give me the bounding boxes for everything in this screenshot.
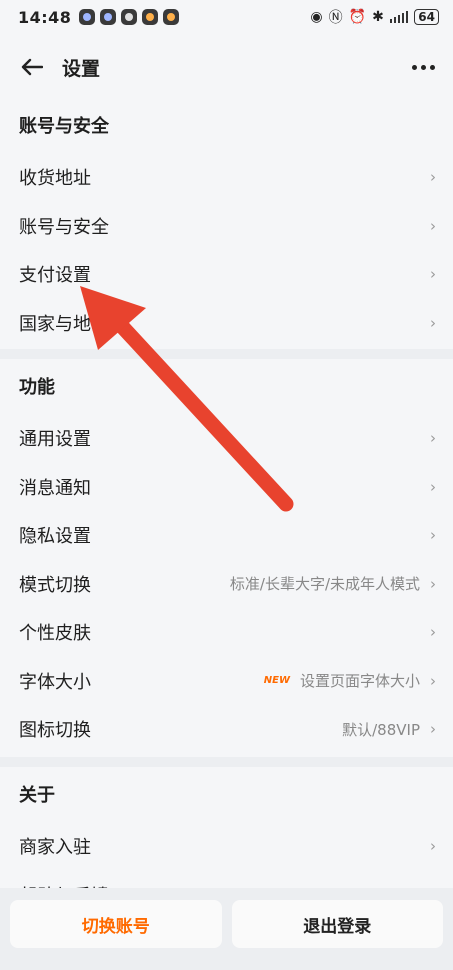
- settings-row-country-region[interactable]: 国家与地区 ›: [0, 299, 453, 348]
- back-arrow-icon[interactable]: [18, 53, 46, 81]
- chevron-right-icon: ›: [430, 671, 436, 690]
- settings-row-account-security[interactable]: 账号与安全 ›: [0, 202, 453, 251]
- row-label: 图标切换: [19, 720, 91, 742]
- settings-row-mode-switch[interactable]: 模式切换 标准/长辈大字/未成年人模式 ›: [0, 560, 453, 609]
- status-bar: 14:48 ◉ Ⓝ ⏰ ✱ 64: [0, 0, 453, 34]
- nfc-icon: Ⓝ: [328, 10, 343, 26]
- notification-app-icon: [142, 9, 159, 25]
- row-label: 个性皮肤: [19, 623, 91, 645]
- chevron-right-icon: ›: [430, 265, 436, 284]
- bottom-action-bar: 切换账号 退出登录: [0, 888, 453, 970]
- chevron-right-icon: ›: [430, 837, 436, 856]
- row-value: 设置页面字体大小: [299, 672, 420, 691]
- status-time: 14:48: [18, 7, 72, 27]
- bluetooth-icon: ✱: [372, 9, 384, 25]
- alarm-icon: ⏰: [348, 9, 367, 25]
- chevron-right-icon: ›: [430, 574, 436, 593]
- battery-indicator: 64: [414, 9, 439, 25]
- row-value: 默认/88VIP: [342, 720, 420, 739]
- row-label: 商家入驻: [19, 837, 91, 859]
- signal-icon: [389, 11, 409, 23]
- chevron-right-icon: ›: [430, 216, 436, 235]
- chevron-right-icon: ›: [430, 168, 436, 187]
- row-label: 国家与地区: [19, 313, 109, 335]
- section-title: 关于: [19, 785, 55, 806]
- notification-app-icon: [100, 9, 117, 25]
- more-options-icon[interactable]: [412, 64, 435, 70]
- row-label: 隐私设置: [19, 526, 91, 548]
- row-label: 通用设置: [19, 429, 91, 451]
- settings-row-shipping-address[interactable]: 收货地址 ›: [0, 153, 453, 202]
- section-title: 账号与安全: [19, 116, 109, 137]
- features-section: 功能 通用设置 › 消息通知 › 隐私设置 › 模式切换 标准/长辈大字/未成年…: [0, 362, 453, 754]
- row-label: 消息通知: [19, 477, 91, 499]
- new-badge: NEW: [263, 675, 290, 687]
- chevron-right-icon: ›: [430, 720, 436, 739]
- row-label: 支付设置: [19, 265, 91, 287]
- settings-row-icon-switch[interactable]: 图标切换 默认/88VIP ›: [0, 705, 453, 754]
- nav-bar: 设置: [0, 34, 453, 100]
- row-label: 字体大小: [19, 671, 91, 693]
- logout-button[interactable]: 退出登录: [231, 900, 443, 948]
- section-title: 功能: [19, 377, 55, 398]
- chevron-right-icon: ›: [430, 526, 436, 545]
- switch-account-button[interactable]: 切换账号: [10, 900, 222, 948]
- settings-row-font-size[interactable]: 字体大小 NEW 设置页面字体大小 ›: [0, 657, 453, 706]
- section-divider: [0, 757, 453, 767]
- eye-icon: ◉: [310, 9, 323, 25]
- row-label: 账号与安全: [19, 216, 109, 238]
- chevron-right-icon: ›: [430, 429, 436, 448]
- settings-row-privacy[interactable]: 隐私设置 ›: [0, 511, 453, 560]
- page-title: 设置: [62, 57, 101, 80]
- chevron-right-icon: ›: [430, 477, 436, 496]
- row-value: 标准/长辈大字/未成年人模式: [229, 575, 420, 594]
- row-label: 模式切换: [19, 574, 91, 596]
- notification-app-icon: [79, 9, 96, 25]
- settings-row-notifications[interactable]: 消息通知 ›: [0, 463, 453, 512]
- chevron-right-icon: ›: [430, 623, 436, 642]
- settings-row-general[interactable]: 通用设置 ›: [0, 414, 453, 463]
- settings-row-payment[interactable]: 支付设置 ›: [0, 250, 453, 299]
- chevron-right-icon: ›: [430, 313, 436, 332]
- notification-app-icon: [163, 9, 180, 25]
- section-divider: [0, 349, 453, 359]
- row-label: 收货地址: [19, 168, 91, 190]
- settings-row-skin[interactable]: 个性皮肤 ›: [0, 608, 453, 657]
- notification-app-icon: [121, 9, 138, 25]
- account-security-section: 账号与安全 收货地址 › 账号与安全 › 支付设置 › 国家与地区 ›: [0, 101, 453, 347]
- settings-row-merchant-join[interactable]: 商家入驻 ›: [0, 822, 453, 871]
